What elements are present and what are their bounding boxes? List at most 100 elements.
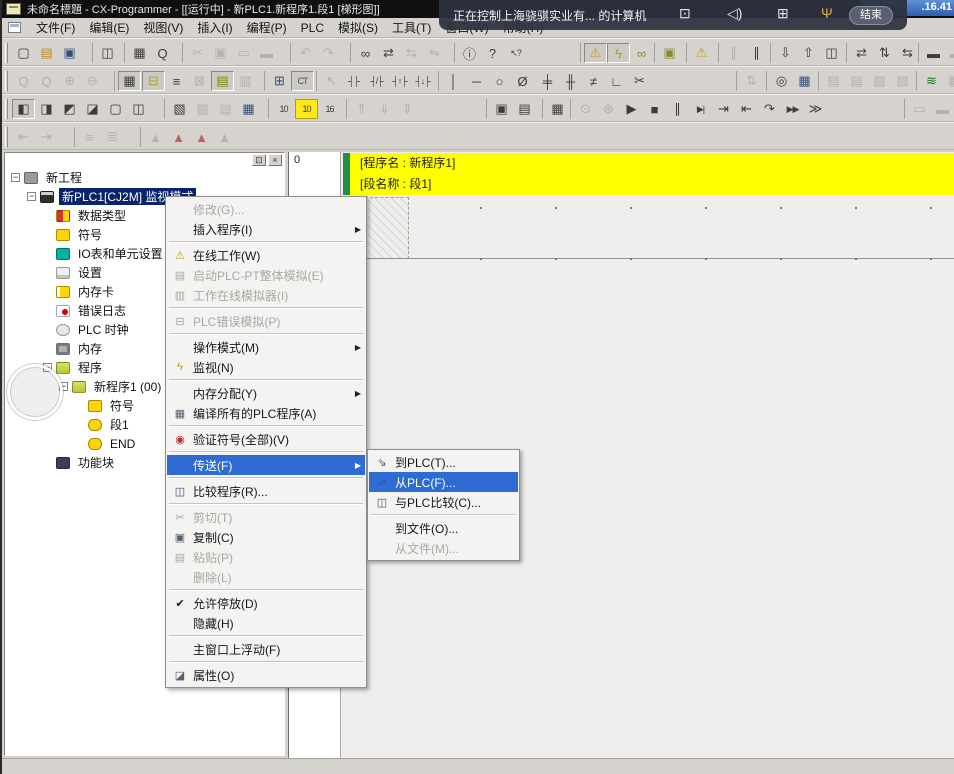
edit-program-a-icon[interactable]: ▤ [822,71,845,91]
menu-item-properties[interactable]: ◪属性(O) [167,665,365,685]
compile-a-icon[interactable]: ▧ [168,99,191,119]
indent-right-icon[interactable]: ⇥ [35,127,58,147]
step-in-icon[interactable]: ⇥ [712,99,735,119]
tree-item-0[interactable]: −新工程 [7,168,282,187]
plug-icon[interactable]: Ψ [821,5,833,21]
toolbar-gripper[interactable] [5,43,8,63]
zoom-fit-icon[interactable]: Q [12,71,35,91]
io-comment-icon[interactable]: ≋ [920,71,943,91]
new-window-icon[interactable]: ▢ [104,99,127,119]
to-end-icon[interactable]: ≫ [804,99,827,119]
edit-program-c-icon[interactable]: ▧ [868,71,891,91]
scan-tool-icon[interactable]: ⊛ [597,99,620,119]
replace-icon[interactable]: ⇄ [377,43,400,63]
expand-minus-icon[interactable]: − [27,192,36,201]
block-edit-icon[interactable]: ▩ [943,71,954,91]
redo-icon[interactable]: ↷ [317,43,340,63]
symbol-window-icon[interactable]: ◪ [81,99,104,119]
diff-prev-icon[interactable]: ▲ [144,127,167,147]
menu-item-2[interactable]: 视图(V) [136,17,190,38]
zoom-out-icon[interactable]: ⊖ [81,71,104,91]
compile-c-icon[interactable]: ▤ [214,99,237,119]
menu-item-1[interactable]: 编辑(E) [82,17,136,38]
find-next-icon[interactable]: ⇆ [400,43,423,63]
zoom-sel-icon[interactable]: Q [35,71,58,91]
menu-item-to-file[interactable]: 到文件(O)... [369,518,518,538]
toolbar-gripper[interactable] [5,71,8,91]
fast-forward-icon[interactable]: ▶▶ [781,99,804,119]
undo-icon[interactable]: ↶ [294,43,317,63]
window-icon[interactable]: ⊞ [777,5,789,22]
monitor-icon[interactable]: ϟ [607,43,630,63]
menu-item-compare-program[interactable]: ◫比较程序(R)... [167,481,365,501]
force-on-icon[interactable]: ⇑ [350,99,373,119]
edit-program-d-icon[interactable]: ▨ [891,71,914,91]
step-run-icon[interactable]: ▶| [689,99,712,119]
menu-item-4[interactable]: 编程(P) [240,17,294,38]
continuous-step-icon[interactable]: ↷ [758,99,781,119]
window-a-icon[interactable]: ▭ [908,99,931,119]
run-icon[interactable]: ▶ [620,99,643,119]
toolbar-gripper[interactable] [5,127,8,147]
force-cancel-icon[interactable]: ⇕ [396,99,419,119]
print-preview-icon[interactable]: Q [151,43,174,63]
menu-item-transfer[interactable]: 传送(F)▶ [167,455,365,475]
cascade-window-icon[interactable]: ◧ [12,99,35,119]
show-symbols-icon[interactable]: ⊟ [142,71,165,91]
fullscreen-icon[interactable]: ⊡ [679,5,691,22]
vertical-line-icon[interactable]: │ [442,71,465,91]
diff-clear-icon[interactable]: ▲ [213,127,236,147]
context-help-icon[interactable]: ↖? [504,43,527,63]
end-session-button[interactable]: 结束 [849,6,893,25]
toolbar-gripper[interactable] [5,99,8,119]
watch-window-icon[interactable]: ◫ [127,99,150,119]
menu-item-modify[interactable]: 修改(G)... [167,199,365,219]
mdi-child-icon[interactable] [8,22,21,33]
menu-item-5[interactable]: PLC [294,19,331,37]
diff-next-red-icon[interactable]: ▲ [167,127,190,147]
view-ct-icon[interactable]: CT [291,71,314,91]
new-closed-contact-icon[interactable]: ┤/├ [365,71,388,91]
menu-item-paste[interactable]: ▤粘贴(P) [167,547,365,567]
menu-item-plc-error-simulation[interactable]: ⊟PLC错误模拟(P) [167,311,365,331]
paste-icon[interactable]: ▭ [232,43,255,63]
stop-icon[interactable]: ■ [643,99,666,119]
print-icon[interactable]: ▦ [128,43,151,63]
menu-item-work-online[interactable]: ⚠在线工作(W) [167,245,365,265]
line-delete-icon[interactable]: ✂ [628,71,651,91]
pause-a-icon[interactable]: ∥ [722,43,745,63]
new-closed-coil-icon[interactable]: Ø [511,71,534,91]
compile-d-icon[interactable]: ▦ [237,99,260,119]
new-coil-icon[interactable]: ○ [488,71,511,91]
transfer-warn-icon[interactable]: ⚠ [690,43,713,63]
transfer-a-icon[interactable]: ▣ [490,99,513,119]
hex-display-icon[interactable]: 16 [318,99,341,119]
new-instruction-down-icon[interactable]: ≠ [582,71,605,91]
memory-edit-icon[interactable]: ▬ [945,43,954,63]
transfer-online-icon[interactable]: ⇅ [740,71,763,91]
menu-item-from-file[interactable]: 从文件(M)... [369,538,518,558]
transfer-b-icon[interactable]: ▤ [513,99,536,119]
indent-left-icon[interactable]: ⇤ [12,127,35,147]
cut-icon[interactable]: ✂ [186,43,209,63]
select-mode-icon[interactable]: ↖ [320,71,343,91]
compile-stack-icon[interactable]: ◎ [770,71,793,91]
new-instruction-icon[interactable]: ╪ [536,71,559,91]
menu-item-cut[interactable]: ✂剪切(T) [167,507,365,527]
menu-item-verify-symbols-all[interactable]: ◉验证符号(全部)(V) [167,429,365,449]
about-icon[interactable]: ⓘ [458,43,481,63]
work-online-icon[interactable]: ⚠ [584,43,607,63]
find-prev-icon[interactable]: ⇋ [423,43,446,63]
step-out-icon[interactable]: ⇤ [735,99,758,119]
menu-item-start-plc-pt-simulation[interactable]: ▤启动PLC-PT整体模拟(E) [167,265,365,285]
menu-item-monitor[interactable]: ϟ监视(N) [167,357,365,377]
download-to-plc-icon[interactable]: ⇩ [774,43,797,63]
new-or-contact-icon[interactable]: ┤↑├ [388,71,411,91]
compile-grid-icon[interactable]: ▦ [793,71,816,91]
menu-item-allow-docking[interactable]: ✔允许停放(D) [167,593,365,613]
transfer-special-icon[interactable]: ⇆ [896,43,919,63]
save-file-icon[interactable]: ▣ [58,43,81,63]
menu-item-insert-program[interactable]: 插入程序(I)▶ [167,219,365,239]
transfer-memory-icon[interactable]: ⇅ [873,43,896,63]
compare-with-plc-icon[interactable]: ◫ [820,43,843,63]
